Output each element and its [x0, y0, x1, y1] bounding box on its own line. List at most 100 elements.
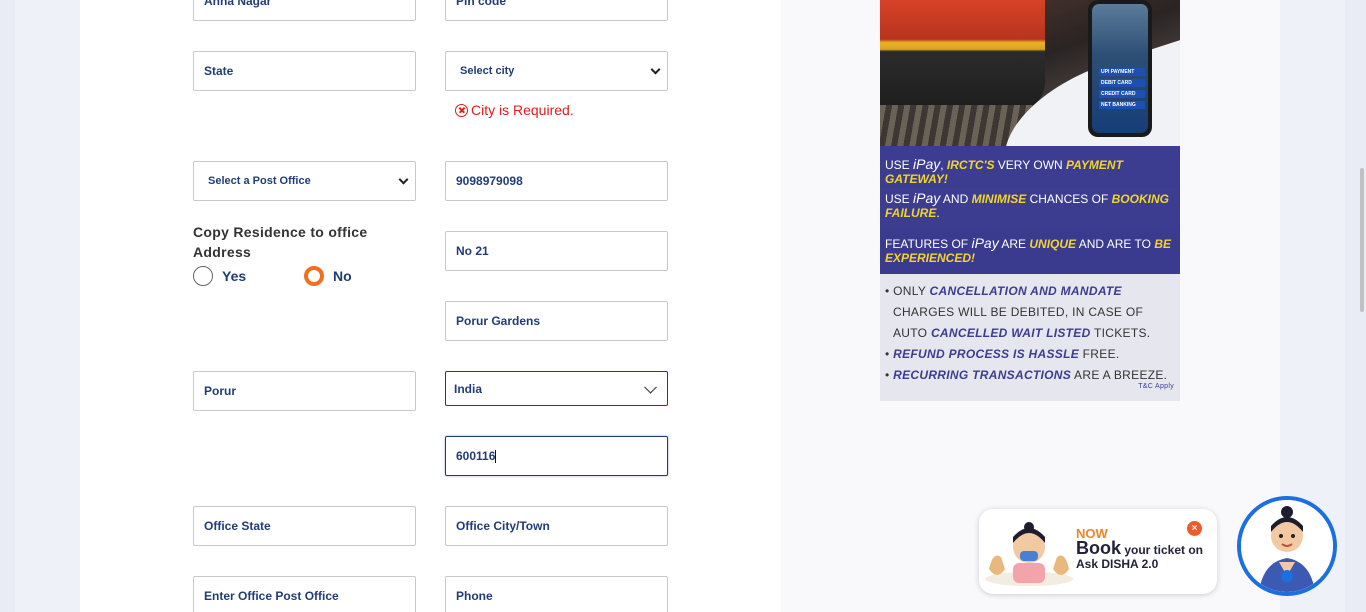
ad-text: .	[936, 206, 940, 220]
office-post-office-input[interactable]: Enter Office Post Office	[193, 576, 416, 612]
pin-code-input[interactable]: Pin code	[445, 0, 668, 21]
ask-disha-promo[interactable]: NOW Book your ticket on Ask DISHA 2.0 ×	[979, 509, 1217, 594]
office-address3-input[interactable]: Porur	[193, 371, 416, 411]
ad-text: AND	[940, 192, 972, 206]
payment-option: DEBIT CARD	[1099, 79, 1145, 87]
train-image	[880, 0, 1045, 112]
ad-highlight: IRCTC'S	[946, 158, 995, 172]
tnc-label: T&C Apply	[1138, 383, 1174, 390]
ad-bullet-2: • REFUND PROCESS IS HASSLE FREE.	[885, 344, 1175, 365]
chevron-down-icon	[644, 380, 657, 394]
radio-label: Yes	[222, 268, 247, 284]
state-input[interactable]: State	[193, 51, 416, 91]
ad-text: VERY OWN	[994, 158, 1067, 172]
radio-circle-selected[interactable]	[304, 266, 324, 286]
office-country-select[interactable]: India	[445, 371, 668, 406]
field-value: 600116	[456, 449, 496, 463]
text-caret	[495, 449, 497, 463]
office-pin-input[interactable]: 600116	[445, 436, 668, 476]
field-value: Porur Gardens	[456, 314, 541, 328]
field-value: No 21	[456, 244, 489, 258]
ipay-text: iPay	[971, 235, 999, 251]
ad-text: •	[885, 347, 894, 361]
office-address1-input[interactable]: No 21	[445, 231, 668, 271]
phone-input[interactable]: 9098979098	[445, 161, 668, 201]
ad-bullet-1: • ONLY CANCELLATION AND MANDATE	[885, 281, 1175, 302]
city-error-message: City is Required.	[455, 102, 574, 118]
field-value: Porur	[204, 384, 237, 398]
office-address2-input[interactable]: Porur Gardens	[445, 301, 668, 341]
ad-text: AND ARE TO	[1076, 237, 1155, 251]
ad-text: ARE	[998, 237, 1030, 251]
ad-highlight: CANCELLATION AND MANDATE	[929, 284, 1122, 298]
field-placeholder: State	[204, 64, 234, 78]
disha-book-label: Book	[1076, 538, 1121, 558]
ad-banner-line-3: FEATURES OF iPay ARE UNIQUE AND ARE TO B…	[880, 233, 1180, 272]
field-value: Anna Nagar	[204, 0, 272, 8]
ad-text: USE	[885, 192, 914, 206]
ad-text: USE	[885, 158, 914, 172]
copy-residence-label: Copy Residence to office Address	[193, 224, 368, 260]
ad-feature-list: • ONLY CANCELLATION AND MANDATE CHARGES …	[880, 274, 1180, 401]
ipay-advertisement[interactable]: UPI PAYMENT DEBIT CARD CREDIT CARD NET B…	[880, 0, 1180, 401]
form-panel	[80, 0, 781, 612]
field-placeholder: Office State	[204, 519, 271, 533]
chevron-down-icon	[650, 64, 661, 75]
ad-text: CHANCES OF	[1026, 192, 1112, 206]
payment-option: CREDIT CARD	[1099, 90, 1145, 98]
office-phone-input[interactable]: Phone	[445, 576, 668, 612]
chevron-down-icon	[398, 174, 409, 185]
ad-text: ,	[940, 158, 947, 172]
disha-promo-text: NOW Book your ticket on Ask DISHA 2.0	[1076, 527, 1204, 572]
office-state-input[interactable]: Office State	[193, 506, 416, 546]
ad-photo: UPI PAYMENT DEBIT CARD CREDIT CARD NET B…	[880, 0, 1180, 146]
ad-banner-line-1: USE iPay, IRCTC'S VERY OWN PAYMENT GATEW…	[880, 147, 1180, 186]
residence-address3-field[interactable]: Anna Nagar	[193, 0, 416, 21]
ad-highlight: UNIQUE	[1029, 237, 1077, 251]
disha-chatbot-avatar[interactable]	[1237, 496, 1337, 596]
ad-banner-line-2: USE iPay AND MINIMISE CHANCES OF BOOKING…	[880, 188, 1180, 230]
disha-name: Ask DISHA 2.0	[1076, 557, 1159, 571]
payment-options-list: UPI PAYMENT DEBIT CARD CREDIT CARD NET B…	[1099, 68, 1145, 112]
radio-label: No	[333, 268, 352, 284]
ipay-text: iPay	[913, 190, 941, 206]
disha-tagline: your ticket on	[1121, 543, 1204, 557]
ad-highlight: MINIMISE	[971, 192, 1027, 206]
ad-text: AUTO	[893, 326, 931, 340]
ad-text: CHARGES WILL BE DEBITED, IN CASE OF	[893, 305, 1144, 319]
ipay-text: iPay	[913, 156, 941, 172]
phone-screen: UPI PAYMENT DEBIT CARD CREDIT CARD NET B…	[1092, 4, 1148, 133]
disha-thumbs-up-illustration	[985, 522, 1073, 586]
field-value: 9098979098	[456, 174, 523, 188]
radio-circle[interactable]	[193, 266, 213, 286]
error-text: City is Required.	[471, 102, 574, 118]
radio-yes[interactable]: Yes	[193, 266, 246, 286]
field-placeholder: Pin code	[456, 0, 507, 8]
phone-image: UPI PAYMENT DEBIT CARD CREDIT CARD NET B…	[1088, 0, 1152, 137]
select-value: Select a Post Office	[208, 175, 311, 187]
ad-text: FEATURES OF	[885, 237, 972, 251]
field-placeholder: Enter Office Post Office	[204, 589, 339, 603]
disha-avatar-icon	[1241, 500, 1333, 592]
error-circle-icon	[455, 103, 468, 117]
city-select[interactable]: Select city	[445, 51, 668, 91]
ad-text: • ONLY	[885, 284, 930, 298]
select-value: Select city	[460, 65, 515, 77]
ad-highlight: CANCELLED WAIT LISTED	[930, 326, 1091, 340]
field-placeholder: Phone	[456, 589, 493, 603]
office-city-input[interactable]: Office City/Town	[445, 506, 668, 546]
ad-bullet-3: • RECURRING TRANSACTIONS ARE A BREEZE.	[885, 365, 1175, 386]
radio-no[interactable]: No	[304, 266, 352, 286]
ad-text: FREE.	[1079, 347, 1120, 361]
ad-text: •	[885, 368, 894, 382]
payment-option: NET BANKING	[1099, 101, 1145, 109]
payment-option: UPI PAYMENT	[1099, 68, 1145, 76]
post-office-select[interactable]: Select a Post Office	[193, 161, 416, 201]
select-value: India	[454, 381, 483, 396]
ad-highlight: RECURRING TRANSACTIONS	[893, 368, 1072, 382]
ad-text: TICKETS.	[1090, 326, 1151, 340]
page-scrollbar[interactable]	[1360, 168, 1364, 312]
field-placeholder: Office City/Town	[456, 519, 550, 533]
ad-highlight: REFUND PROCESS IS HASSLE	[893, 347, 1080, 361]
close-icon[interactable]: ×	[1187, 521, 1202, 536]
